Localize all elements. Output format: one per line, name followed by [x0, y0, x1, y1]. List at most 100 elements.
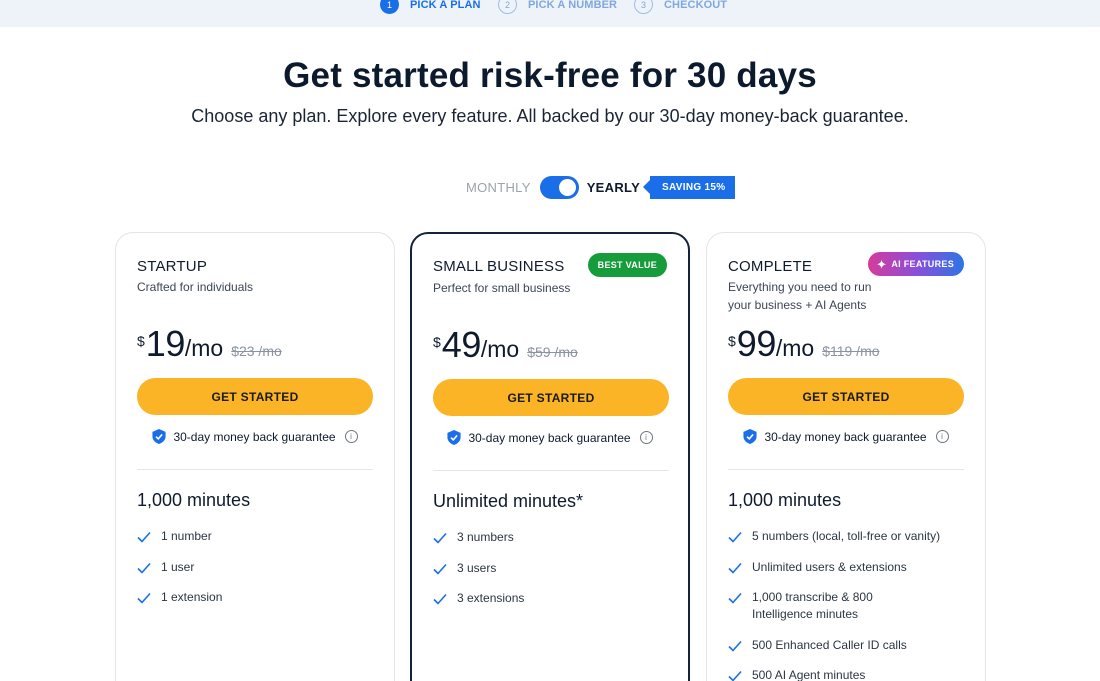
feature-label: 3 extensions [457, 591, 525, 605]
guarantee-label: 30-day money back guarantee [764, 429, 927, 444]
price-period: /mo [480, 336, 520, 362]
page-subtitle: Choose any plan. Explore every feature. … [191, 106, 909, 126]
info-icon[interactable]: i [935, 430, 949, 443]
feature-list: 1 number 1 user 1 extension [137, 528, 373, 620]
info-icon[interactable]: i [344, 430, 358, 443]
check-icon [728, 531, 742, 543]
step-number: 2 [498, 0, 517, 14]
divider [728, 469, 964, 470]
billing-toggle-row: MONTHLY YEARLY SAVING 15% [466, 175, 736, 199]
divider [433, 470, 669, 471]
switch-knob [558, 178, 576, 196]
step-label: PICK A NUMBER [528, 0, 618, 11]
shield-check-icon [447, 430, 461, 445]
check-icon [433, 593, 447, 605]
badge-label: AI FEATURES [891, 259, 954, 269]
guarantee-label: 30-day money back guarantee [173, 429, 336, 444]
list-item: 3 extensions [433, 590, 669, 607]
step-number: 3 [634, 0, 653, 14]
feature-list: 3 numbers 3 users 3 extensions [433, 529, 669, 621]
get-started-button[interactable]: GET STARTED [137, 378, 373, 415]
saving-badge: SAVING 15% [643, 175, 736, 199]
list-item: 500 AI Agent minutes [728, 667, 964, 681]
plan-card-complete: COMPLETE Everything you need to run your… [706, 232, 986, 681]
feature-label: 3 users [457, 560, 497, 575]
feature-label: 500 AI Agent minutes [752, 668, 866, 681]
get-started-button[interactable]: GET STARTED [728, 378, 964, 415]
plan-minutes: 1,000 minutes [728, 490, 842, 510]
plan-card-startup: STARTUP Crafted for individuals $ 19 /mo… [115, 232, 395, 681]
plan-name: STARTUP [137, 258, 208, 275]
plan-price: $ 49 /mo $59 /mo [433, 324, 578, 366]
list-item: 3 numbers [433, 529, 669, 546]
get-started-button[interactable]: GET STARTED [433, 379, 669, 416]
feature-label: 1,000 transcribe & 800 Intelligence minu… [752, 590, 873, 621]
price-original: $59 /mo [527, 344, 578, 360]
feature-label: 3 numbers [457, 530, 514, 544]
list-item: Unlimited users & extensions [728, 559, 964, 576]
step-pick-number[interactable]: 2 PICK A NUMBER [498, 0, 617, 14]
check-icon [728, 670, 742, 681]
guarantee-label: 30-day money back guarantee [468, 430, 631, 445]
list-item: 1 number [137, 528, 373, 545]
list-item: 5 numbers (local, toll-free or vanity) [728, 528, 964, 545]
list-item: 1,000 transcribe & 800 Intelligence minu… [728, 589, 964, 623]
price-amount: 99 [736, 323, 777, 364]
price-currency: $ [728, 333, 736, 349]
feature-label: 5 numbers (local, toll-free or vanity) [752, 529, 941, 543]
feature-label: 500 Enhanced Caller ID calls [752, 637, 907, 652]
check-icon [433, 532, 447, 544]
check-icon [728, 562, 742, 574]
best-value-badge: BEST VALUE [587, 253, 667, 277]
price-period: /mo [775, 335, 815, 361]
plan-price: $ 19 /mo $23 /mo [137, 323, 282, 365]
monthly-label[interactable]: MONTHLY [466, 180, 531, 195]
yearly-label[interactable]: YEARLY [587, 180, 640, 195]
feature-label: 1 number [161, 529, 212, 543]
check-icon [137, 531, 151, 543]
step-label: PICK A PLAN [410, 0, 481, 11]
ai-features-badge: ✦ AI FEATURES [868, 252, 964, 276]
step-number: 1 [380, 0, 399, 14]
guarantee-row: 30-day money back guarantee i [412, 430, 688, 445]
plan-price: $ 99 /mo $119 /mo [728, 323, 880, 365]
plan-description: Perfect for small business [433, 281, 571, 295]
price-period: /mo [184, 335, 224, 361]
price-original: $23 /mo [231, 343, 282, 359]
divider [137, 469, 373, 470]
step-label: CHECKOUT [664, 0, 728, 11]
feature-label: Unlimited users & extensions [752, 559, 907, 574]
check-icon [728, 640, 742, 652]
step-checkout[interactable]: 3 CHECKOUT [634, 0, 727, 14]
shield-check-icon [743, 429, 757, 444]
price-currency: $ [137, 333, 145, 349]
billing-period-switch[interactable] [539, 175, 579, 199]
list-item: 500 Enhanced Caller ID calls [728, 637, 964, 654]
plan-minutes: 1,000 minutes [137, 490, 251, 510]
checkout-stepper: 1 PICK A PLAN 2 PICK A NUMBER 3 CHECKOUT [0, 0, 1100, 27]
info-icon[interactable]: i [639, 431, 653, 444]
price-currency: $ [433, 334, 441, 350]
check-icon [433, 563, 447, 575]
page-title: Get started risk-free for 30 days [283, 56, 817, 95]
check-icon [137, 562, 151, 574]
step-pick-plan[interactable]: 1 PICK A PLAN [380, 0, 481, 14]
plan-minutes: Unlimited minutes* [433, 491, 584, 511]
plan-name: SMALL BUSINESS [433, 258, 565, 275]
plan-name: COMPLETE [728, 258, 813, 275]
feature-list: 5 numbers (local, toll-free or vanity) U… [728, 528, 964, 681]
plan-description: Crafted for individuals [137, 280, 254, 294]
check-icon [137, 592, 151, 604]
list-item: 1 user [137, 559, 373, 576]
price-amount: 49 [441, 324, 482, 365]
price-amount: 19 [145, 323, 186, 364]
guarantee-row: 30-day money back guarantee i [116, 429, 394, 444]
plan-card-small-business: SMALL BUSINESS Perfect for small busines… [410, 232, 690, 681]
shield-check-icon [152, 429, 166, 444]
sparkle-icon: ✦ [876, 256, 888, 272]
list-item: 1 extension [137, 589, 373, 606]
price-original: $119 /mo [822, 343, 880, 359]
plan-description: Everything you need to run your business… [728, 280, 872, 312]
list-item: 3 users [433, 560, 669, 577]
feature-label: 1 extension [161, 590, 223, 604]
